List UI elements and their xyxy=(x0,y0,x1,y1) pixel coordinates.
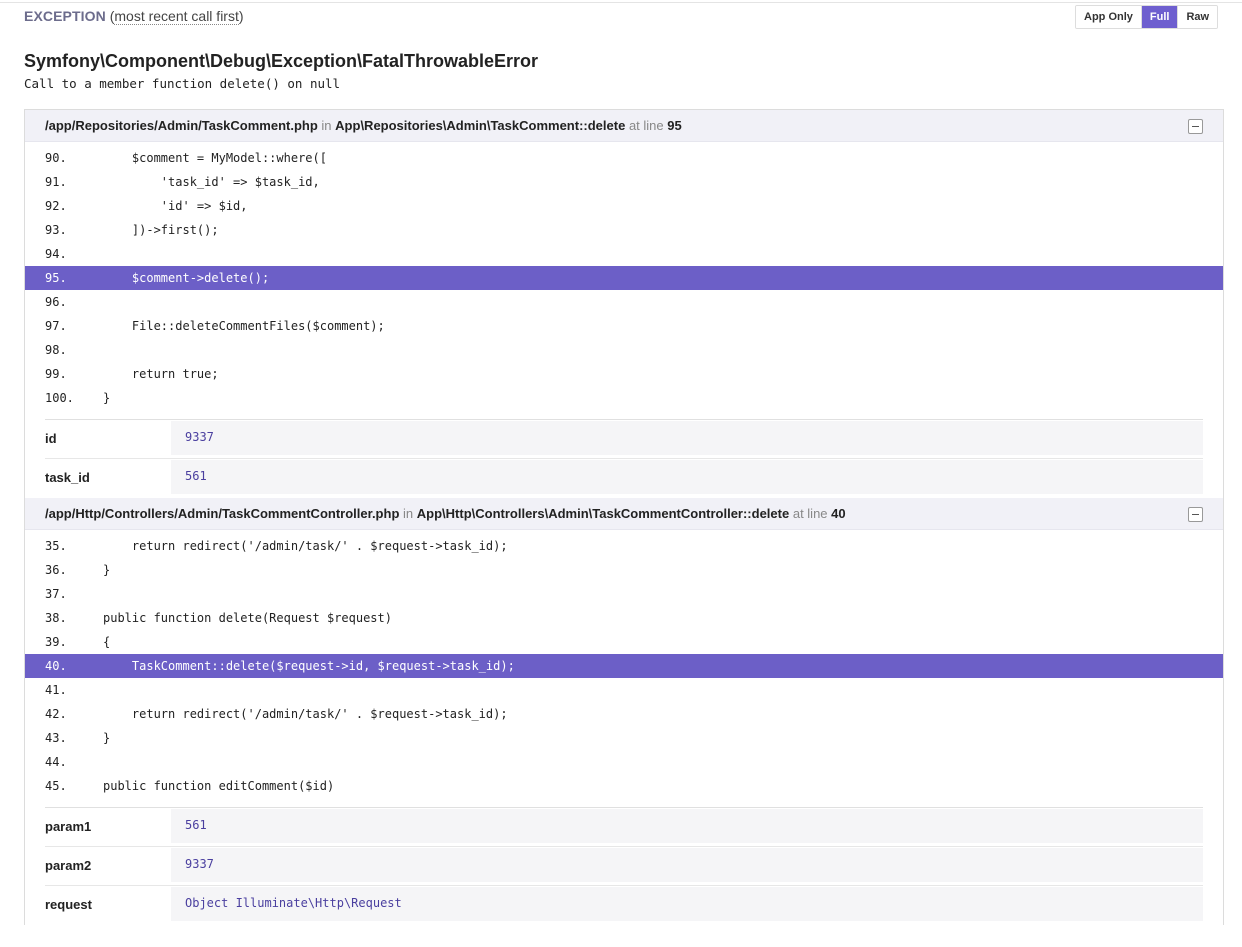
code-line: 42. return redirect('/admin/task/' . $re… xyxy=(45,707,508,721)
code-line: 43.} xyxy=(45,731,111,745)
frame-function: App\Http\Controllers\Admin\TaskCommentCo… xyxy=(416,506,790,521)
code-line: 98. xyxy=(45,343,67,357)
collapse-icon[interactable] xyxy=(1188,119,1203,134)
code-line: 37. xyxy=(45,587,67,601)
variable-value: Object Illuminate\Http\Request xyxy=(171,887,1203,921)
code-line: 39.{ xyxy=(45,635,111,649)
variable-value: 9337 xyxy=(171,421,1203,455)
frame-at-line-label: at line xyxy=(792,506,828,521)
raw-button[interactable]: Raw xyxy=(1178,6,1218,28)
variable-name: param1 xyxy=(45,819,92,834)
code-line: 90. $comment = MyModel::where([ xyxy=(45,151,327,165)
frame-file: /app/Http/Controllers/Admin/TaskCommentC… xyxy=(45,506,400,521)
code-line: 97. File::deleteCommentFiles($comment); xyxy=(45,319,385,333)
frame-variables: id 9337 task_id 561 xyxy=(45,419,1203,498)
stack-frame: /app/Repositories/Admin/TaskComment.php … xyxy=(25,110,1223,498)
variable-name: task_id xyxy=(45,470,90,485)
frame-in-label: in xyxy=(403,506,414,521)
code-line: 38. public function delete(Request $reque… xyxy=(45,611,392,625)
highlighted-code-line: 95. $comment->delete(); xyxy=(25,266,1223,290)
code-line: 100.} xyxy=(45,391,111,405)
frame-line-number: 95 xyxy=(667,118,682,133)
view-toggle: App Only Full Raw xyxy=(1075,5,1219,29)
code-line: 36.} xyxy=(45,563,111,577)
collapse-icon[interactable] xyxy=(1188,507,1203,522)
variable-value: 561 xyxy=(171,809,1203,843)
full-button[interactable]: Full xyxy=(1141,6,1179,28)
frame-line-number: 40 xyxy=(831,506,846,521)
top-divider xyxy=(0,2,1242,3)
exception-message: Call to a member function delete() on nu… xyxy=(24,76,341,91)
variable-row: task_id 561 xyxy=(45,459,1203,498)
stack-frame: /app/Http/Controllers/Admin/TaskCommentC… xyxy=(25,498,1223,925)
code-line: 92. 'id' => $id, xyxy=(45,199,248,213)
frame-file: /app/Repositories/Admin/TaskComment.php xyxy=(45,118,318,133)
code-snippet: 35. return redirect('/admin/task/' . $re… xyxy=(25,530,1223,807)
code-line: 41. xyxy=(45,683,67,697)
code-line: 96. xyxy=(45,295,67,309)
code-line: 35. return redirect('/admin/task/' . $re… xyxy=(45,539,508,553)
exception-heading: EXCEPTION (most recent call first) xyxy=(24,8,244,25)
code-line: 44. xyxy=(45,755,67,769)
stack-trace: /app/Repositories/Admin/TaskComment.php … xyxy=(24,109,1224,925)
code-line: 93. ])->first(); xyxy=(45,223,219,237)
code-line: 94. xyxy=(45,247,67,261)
frame-at-line-label: at line xyxy=(628,118,664,133)
frame-variables: param1 561 param2 9337 request Object Il… xyxy=(45,807,1203,925)
variable-name: request xyxy=(45,897,92,912)
code-snippet: 90. $comment = MyModel::where([ 91. 'tas… xyxy=(25,142,1223,419)
variable-name: param2 xyxy=(45,858,92,873)
app-only-button[interactable]: App Only xyxy=(1076,6,1142,28)
code-line: 45. public function editComment($id) xyxy=(45,779,335,793)
order-hint: most recent call first xyxy=(114,8,239,25)
frame-header[interactable]: /app/Repositories/Admin/TaskComment.php … xyxy=(25,110,1223,142)
variable-row: id 9337 xyxy=(45,420,1203,459)
frame-header[interactable]: /app/Http/Controllers/Admin/TaskCommentC… xyxy=(25,498,1223,530)
highlighted-code-line: 40. TaskComment::delete($request->id, $r… xyxy=(25,654,1223,678)
variable-row: request Object Illuminate\Http\Request xyxy=(45,886,1203,925)
code-line: 91. 'task_id' => $task_id, xyxy=(45,175,320,189)
variable-row: param1 561 xyxy=(45,808,1203,847)
variable-value: 9337 xyxy=(171,848,1203,882)
frame-in-label: in xyxy=(321,118,332,133)
exception-label: EXCEPTION xyxy=(24,8,106,24)
variable-value: 561 xyxy=(171,460,1203,494)
variable-row: param2 9337 xyxy=(45,847,1203,886)
frame-function: App\Repositories\Admin\TaskComment::dele… xyxy=(335,118,626,133)
code-line: 99. return true; xyxy=(45,367,219,381)
close-paren: ) xyxy=(238,8,244,24)
exception-class: Symfony\Component\Debug\Exception\FatalT… xyxy=(24,51,539,71)
variable-name: id xyxy=(45,431,57,446)
